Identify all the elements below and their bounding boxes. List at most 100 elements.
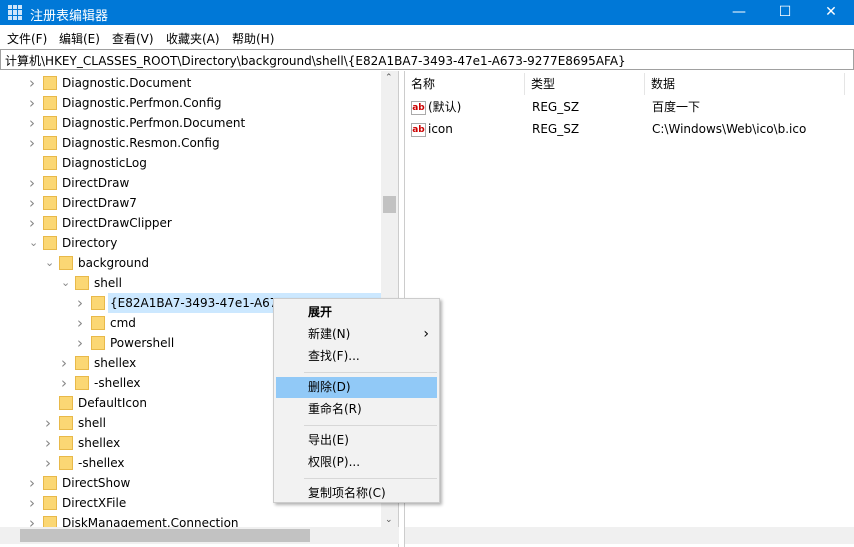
tree-node-label: background — [78, 256, 149, 270]
folder-icon — [91, 296, 105, 310]
chevron-right-icon[interactable]: › — [77, 313, 83, 333]
hscroll-thumb[interactable] — [20, 529, 310, 542]
chevron-right-icon[interactable]: › — [29, 93, 35, 113]
menu-separator — [304, 478, 437, 479]
close-button[interactable]: ✕ — [808, 0, 854, 25]
tree-node-label: DefaultIcon — [78, 396, 147, 410]
tree-node[interactable]: › Diagnostic.Document — [0, 73, 380, 93]
folder-icon — [43, 76, 57, 90]
chevron-down-icon[interactable]: ⌄ — [29, 233, 38, 253]
maximize-button[interactable]: ☐ — [762, 0, 808, 25]
chevron-right-icon[interactable]: › — [29, 193, 35, 213]
tree-node-label: shell — [78, 416, 106, 430]
values-pane: 名称 类型 数据 ab (默认) REG_SZ 百度一下 ab icon REG_S… — [404, 71, 854, 547]
folder-icon — [59, 456, 73, 470]
chevron-right-icon[interactable]: › — [77, 293, 83, 313]
tree-node-label: DirectShow — [62, 476, 131, 490]
tree-node-label: DiagnosticLog — [62, 156, 147, 170]
chevron-right-icon[interactable]: › — [29, 73, 35, 93]
tree-node[interactable]: ⌄ shell — [0, 273, 380, 293]
folder-icon — [43, 116, 57, 130]
folder-icon — [75, 356, 89, 370]
chevron-down-icon[interactable]: ⌄ — [61, 273, 70, 293]
folder-icon — [43, 476, 57, 490]
values-horizontal-scrollbar[interactable] — [405, 527, 854, 544]
menu-help[interactable]: 帮助(H) — [232, 30, 274, 47]
tree-node-label: shellex — [78, 436, 121, 450]
tree-node[interactable]: › DirectDrawClipper — [0, 213, 380, 233]
column-name[interactable]: 名称 — [405, 73, 525, 95]
scroll-down-icon[interactable]: ⌄ — [385, 515, 393, 525]
chevron-right-icon[interactable]: › — [29, 493, 35, 513]
folder-icon — [43, 156, 57, 170]
folder-icon — [43, 216, 57, 230]
chevron-right-icon[interactable]: › — [45, 433, 51, 453]
chevron-right-icon[interactable]: › — [29, 133, 35, 153]
minimize-button[interactable]: — — [716, 0, 762, 25]
folder-icon — [43, 236, 57, 250]
chevron-right-icon[interactable]: › — [45, 453, 51, 473]
context-menu-item[interactable]: 删除(D) — [276, 377, 437, 398]
tree-node-label: Diagnostic.Document — [62, 76, 192, 90]
tree-node-label: Powershell — [110, 336, 175, 350]
context-menu-item[interactable]: 复制项名称(C) — [276, 483, 437, 504]
tree-node-label: -shellex — [94, 376, 141, 390]
scroll-up-icon[interactable]: ⌃ — [385, 73, 393, 83]
context-menu-item[interactable]: 导出(E) — [276, 430, 437, 451]
menu-item-label: 重命名(R) — [308, 402, 362, 416]
menu-item-label: 展开 — [308, 305, 333, 319]
folder-icon — [75, 276, 89, 290]
chevron-right-icon[interactable]: › — [29, 473, 35, 493]
context-menu-item[interactable]: 展开 — [276, 302, 437, 323]
chevron-right-icon[interactable]: › — [29, 113, 35, 133]
menu-item-label: 查找(F)... — [308, 349, 360, 363]
context-menu-item[interactable]: 查找(F)... — [276, 346, 437, 367]
tree-node[interactable]: ⌄ Directory — [0, 233, 380, 253]
tree-node[interactable]: › Diagnostic.Perfmon.Document — [0, 113, 380, 133]
tree-node[interactable]: ⌄ background — [0, 253, 380, 273]
tree-node-label: Directory — [62, 236, 118, 250]
tree-node[interactable]: › Diagnostic.Resmon.Config — [0, 133, 380, 153]
menu-bar: 文件(F) 编辑(E) 查看(V) 收藏夹(A) 帮助(H) — [0, 25, 854, 48]
chevron-right-icon[interactable]: › — [45, 413, 51, 433]
chevron-right-icon[interactable]: › — [29, 173, 35, 193]
window-title: 注册表编辑器 — [30, 9, 109, 24]
regedit-icon — [8, 5, 24, 20]
context-menu-item[interactable]: 重命名(R) — [276, 399, 437, 420]
tree-node[interactable]: › DirectDraw — [0, 173, 380, 193]
chevron-right-icon[interactable]: › — [77, 333, 83, 353]
value-type: REG_SZ — [532, 122, 580, 136]
chevron-right-icon[interactable]: › — [61, 373, 67, 393]
chevron-down-icon[interactable]: ⌄ — [45, 253, 54, 273]
column-type[interactable]: 类型 — [525, 73, 645, 95]
tree-node-label: Diagnostic.Perfmon.Config — [62, 96, 222, 110]
tree-node-label: shellex — [94, 356, 137, 370]
menu-file[interactable]: 文件(F) — [7, 30, 47, 47]
tree-node-label: DirectDraw — [62, 176, 130, 190]
scroll-thumb[interactable] — [383, 196, 396, 213]
column-data[interactable]: 数据 — [645, 73, 845, 95]
menu-item-label: 复制项名称(C) — [308, 486, 386, 500]
folder-icon — [59, 256, 73, 270]
tree-node[interactable]: › Diagnostic.Perfmon.Config — [0, 93, 380, 113]
tree-horizontal-scrollbar[interactable] — [0, 527, 399, 544]
string-value-icon: ab — [411, 122, 426, 137]
menu-view[interactable]: 查看(V) — [112, 30, 154, 47]
context-menu-item[interactable]: 新建(N) › — [276, 324, 437, 345]
address-bar[interactable]: 计算机\HKEY_CLASSES_ROOT\Directory\backgrou… — [0, 49, 854, 70]
folder-icon — [43, 196, 57, 210]
folder-icon — [91, 316, 105, 330]
tree-node-label: Diagnostic.Perfmon.Document — [62, 116, 246, 130]
tree-node[interactable]: DiagnosticLog — [0, 153, 380, 173]
value-name: icon — [428, 122, 453, 136]
value-row[interactable]: ab (默认) — [411, 96, 461, 118]
chevron-right-icon[interactable]: › — [61, 353, 67, 373]
tree-node[interactable]: › DirectDraw7 — [0, 193, 380, 213]
chevron-right-icon[interactable]: › — [29, 213, 35, 233]
menu-favorites[interactable]: 收藏夹(A) — [166, 30, 220, 47]
menu-separator — [304, 425, 437, 426]
menu-edit[interactable]: 编辑(E) — [59, 30, 100, 47]
value-row[interactable]: ab icon — [411, 118, 453, 140]
context-menu-item[interactable]: 权限(P)... — [276, 452, 437, 473]
value-type: REG_SZ — [532, 100, 580, 114]
